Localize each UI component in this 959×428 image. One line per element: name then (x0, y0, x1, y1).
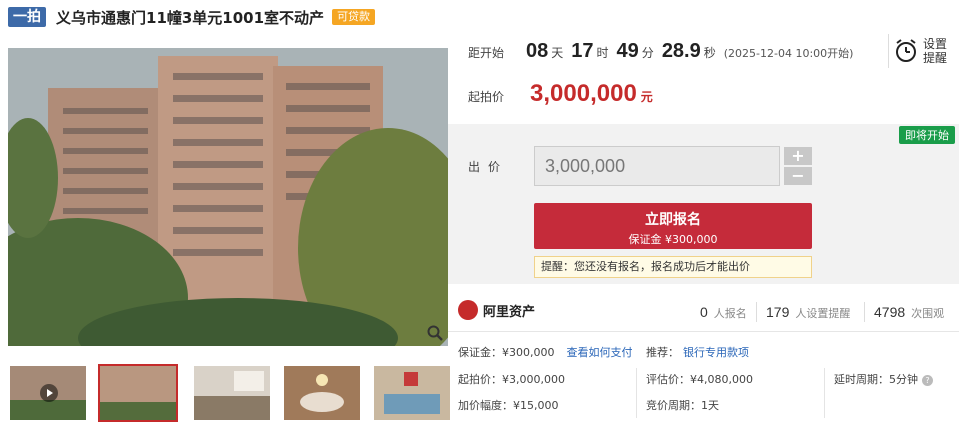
thumb-image (284, 366, 360, 420)
deposit-row: 保证金：¥300,000 查看如何支付 (458, 344, 633, 360)
reminder-text: 设置 提醒 (923, 37, 947, 65)
reminder-count-unit: 人设置提醒 (795, 307, 851, 320)
building-photo (8, 48, 448, 346)
view-count: 4798 次围观 (874, 304, 944, 321)
status-badge: 即将开始 (899, 126, 955, 144)
countdown-hours: 17 (571, 40, 594, 62)
start-price-row: 起拍价 3,000,000 元 (468, 80, 653, 112)
zoom-icon[interactable] (426, 324, 444, 342)
signup-count: 0 人报名 (700, 304, 747, 321)
thumb-image (194, 366, 270, 420)
signup-label: 立即报名 (645, 212, 701, 228)
reminder-line1: 设置 (923, 37, 948, 51)
thumb-image (100, 366, 176, 420)
platform-stats: 阿里资产 0 人报名 179 人设置提醒 4798 次围观 (448, 292, 959, 332)
countdown-days-unit: 天 (551, 46, 564, 60)
countdown-hours-unit: 时 (596, 46, 609, 60)
signup-count-unit: 人报名 (713, 307, 747, 320)
signup-button[interactable]: 立即报名 保证金 ¥300,000 (534, 203, 812, 249)
recommend-label: 推荐： (646, 346, 679, 359)
ali-logo-icon (458, 300, 478, 320)
countdown-seconds: 28.9 (661, 40, 701, 62)
start-price-label: 起拍价 (468, 90, 505, 104)
how-to-pay-link[interactable]: 查看如何支付 (567, 346, 633, 359)
countdown-minutes: 49 (616, 40, 639, 62)
set-reminder-button[interactable]: 设置 提醒 (888, 34, 958, 68)
thumbnail-building[interactable] (98, 364, 178, 422)
bid-increment: 加价幅度：¥15,000 (458, 399, 559, 412)
start-price-value: 3,000,000 (530, 80, 637, 107)
countdown-days: 08 (526, 40, 549, 62)
main-photo[interactable] (8, 48, 448, 346)
help-icon[interactable]: ? (922, 375, 933, 386)
deposit-value: 保证金：¥300,000 (458, 346, 555, 359)
reminder-count: 179 人设置提醒 (766, 304, 850, 321)
auction-round-tag: 一拍 (8, 7, 46, 27)
start-time: (2025-12-04 10:00开始) (723, 47, 854, 60)
signup-count-value: 0 (700, 304, 708, 320)
divider (824, 368, 825, 418)
platform-name: 阿里资产 (483, 304, 536, 320)
bid-box: 即将开始 出价 3,000,000 + − 立即报名 保证金 ¥300,000 … (448, 124, 959, 284)
auction-info-panel: 距开始 08 天 17 时 49 分 28.9 秒 (2025-12-04 10… (448, 30, 959, 428)
countdown: 距开始 08 天 17 时 49 分 28.9 秒 (2025-12-04 10… (468, 40, 853, 74)
thumbnail-bedroom[interactable] (374, 366, 450, 420)
view-count-value: 4798 (874, 304, 906, 320)
ali-assets-logo[interactable]: 阿里资产 (458, 300, 535, 320)
bid-amount-input[interactable]: 3,000,000 (534, 146, 780, 186)
countdown-minutes-unit: 分 (641, 46, 654, 60)
decrease-bid-button[interactable]: − (784, 167, 812, 185)
appraisal-price: 评估价：¥4,080,000 (646, 373, 753, 386)
alarm-clock-icon (896, 39, 916, 62)
recommend-row: 推荐： 银行专用款项 (646, 344, 749, 360)
auction-details: 保证金：¥300,000 查看如何支付 推荐： 银行专用款项 起拍价：¥3,000,… (448, 336, 959, 428)
divider (636, 368, 637, 418)
reminder-count-value: 179 (766, 304, 790, 320)
bid-label: 出价 (468, 160, 509, 174)
loan-badge[interactable]: 可贷款 (332, 9, 376, 25)
thumbnail-kitchen[interactable] (194, 366, 270, 420)
detail-start-price: 起拍价：¥3,000,000 (458, 373, 565, 386)
bank-fund-link[interactable]: 银行专用款项 (683, 346, 749, 359)
signup-notice: 提醒：您还没有报名，报名成功后才能出价 (534, 256, 812, 278)
delay-cycle: 延时周期：5分钟? (834, 371, 933, 387)
delay-cycle-value: 延时周期：5分钟 (834, 373, 918, 386)
page-title: 义乌市通惠门11幢3单元1001室不动产 (56, 8, 325, 27)
divider (864, 302, 865, 322)
increase-bid-button[interactable]: + (784, 147, 812, 165)
title-row: 一拍 义乌市通惠门11幢3单元1001室不动产 可贷款 (8, 6, 376, 28)
deposit-text: 保证金 ¥300,000 (628, 233, 718, 246)
view-count-unit: 次围观 (911, 307, 945, 320)
countdown-label: 距开始 (468, 46, 505, 60)
countdown-seconds-unit: 秒 (703, 46, 716, 60)
reminder-line2: 提醒 (923, 51, 948, 65)
bid-cycle: 竞价周期：1天 (646, 399, 719, 412)
divider (756, 302, 757, 322)
thumb-image (374, 366, 450, 420)
thumbnail-strip (8, 364, 450, 422)
start-price-unit: 元 (640, 90, 653, 104)
thumbnail-living-room[interactable] (284, 366, 360, 420)
play-icon (40, 384, 58, 402)
thumbnail-video[interactable] (10, 366, 86, 420)
